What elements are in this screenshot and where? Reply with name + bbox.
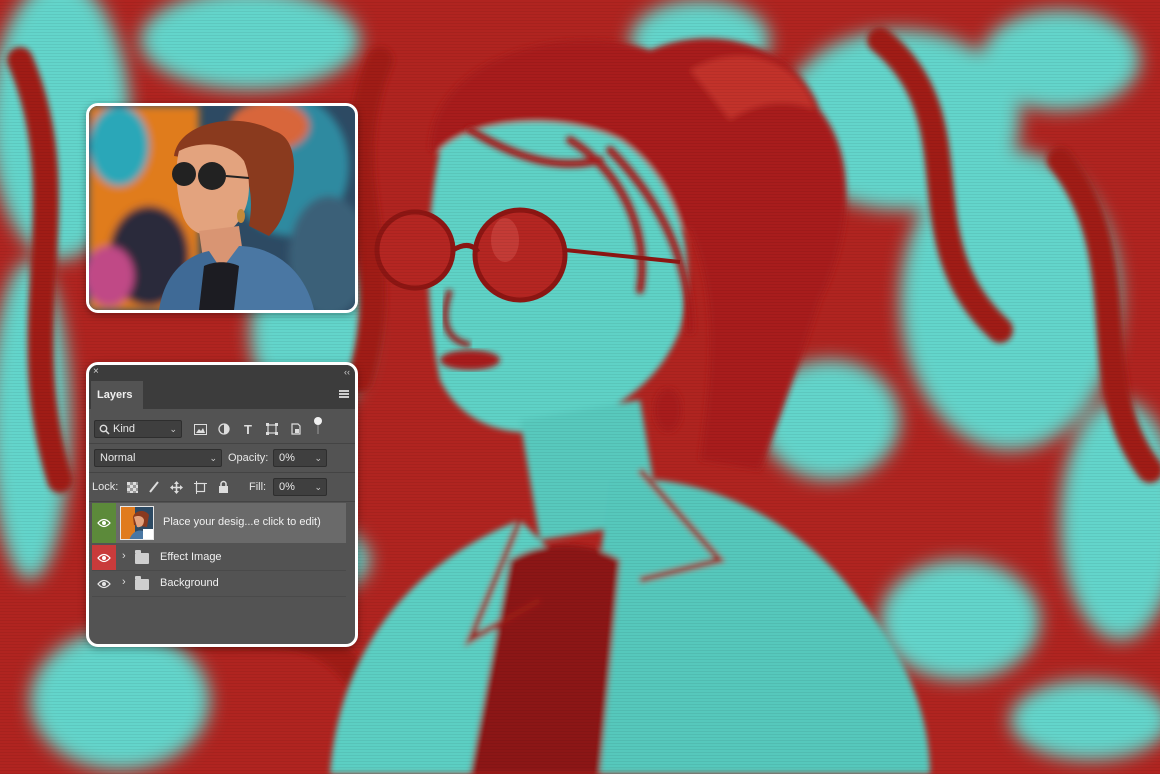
layer-thumbnail	[120, 506, 154, 540]
panel-tab-row: Layers	[89, 379, 355, 409]
chevron-down-icon: ⌄	[169, 424, 177, 434]
folder-icon	[135, 576, 149, 590]
chevron-down-icon: ⌄	[314, 482, 322, 492]
lock-artboard-icon[interactable]	[193, 480, 207, 494]
folder-icon	[135, 550, 149, 564]
opacity-value: 0%	[279, 452, 295, 464]
chevron-down-icon: ⌄	[314, 453, 322, 463]
layer-name[interactable]: Place your desig...e click to edit)	[163, 516, 321, 528]
eye-icon	[97, 579, 111, 588]
filter-toggle-icon[interactable]	[311, 417, 325, 434]
chevron-right-icon[interactable]: ›	[122, 550, 126, 562]
filter-kind-select[interactable]: Kind ⌄	[94, 420, 182, 438]
opacity-input[interactable]: 0% ⌄	[273, 449, 327, 467]
smart-object-badge-icon	[143, 529, 153, 539]
filter-row: Kind ⌄ T	[89, 415, 355, 443]
tab-layers[interactable]: Layers	[91, 381, 143, 409]
fill-value: 0%	[279, 481, 295, 493]
shape-filter-icon[interactable]	[265, 422, 279, 436]
divider	[89, 501, 355, 502]
divider	[92, 596, 346, 597]
visibility-toggle[interactable]	[92, 545, 116, 570]
lock-label: Lock:	[92, 481, 119, 493]
type-filter-icon[interactable]: T	[241, 422, 255, 437]
lock-image-pixels-icon[interactable]	[147, 480, 161, 494]
original-photo-image	[89, 106, 355, 310]
layer-name[interactable]: Effect Image	[160, 551, 222, 563]
lock-row: Lock: Fill: 0% ⌄	[89, 473, 355, 501]
visibility-toggle[interactable]	[92, 571, 116, 596]
blend-mode-value: Normal	[100, 452, 136, 464]
close-panel-button[interactable]: ×	[93, 365, 99, 379]
adjustment-filter-icon[interactable]	[217, 422, 231, 436]
fill-label: Fill:	[249, 481, 267, 493]
chevron-right-icon[interactable]: ›	[122, 576, 126, 588]
lock-transparent-pixels-icon[interactable]	[125, 480, 139, 494]
eye-icon	[97, 553, 111, 562]
layer-name[interactable]: Background	[160, 577, 219, 589]
lock-all-icon[interactable]	[216, 479, 230, 493]
chevron-down-icon: ⌄	[209, 453, 217, 463]
blend-row: Normal ⌄ Opacity: 0% ⌄	[89, 444, 355, 472]
filter-kind-value: Kind	[113, 423, 136, 435]
layers-panel: × ‹‹ Layers Kind ⌄ T Normal ⌄ Opacity: 0…	[86, 362, 358, 647]
opacity-label: Opacity:	[228, 452, 269, 464]
fill-input[interactable]: 0% ⌄	[273, 478, 327, 496]
collapse-panel-button[interactable]: ‹‹	[344, 365, 350, 379]
blend-mode-select[interactable]: Normal ⌄	[94, 449, 222, 467]
layer-row-effect-image[interactable]: › Effect Image	[92, 545, 346, 570]
panel-title-strip: × ‹‹	[89, 365, 355, 379]
lock-position-icon[interactable]	[169, 480, 183, 494]
panel-menu-icon[interactable]	[339, 390, 349, 398]
original-photo-preview	[86, 103, 358, 313]
visibility-toggle[interactable]	[92, 503, 116, 543]
eye-icon	[97, 518, 111, 528]
smart-object-filter-icon[interactable]	[289, 422, 303, 436]
layer-row-smart-object[interactable]: Place your desig...e click to edit)	[92, 503, 346, 543]
search-icon	[97, 422, 111, 436]
image-filter-icon[interactable]	[193, 422, 207, 436]
layer-row-background[interactable]: › Background	[92, 571, 346, 596]
